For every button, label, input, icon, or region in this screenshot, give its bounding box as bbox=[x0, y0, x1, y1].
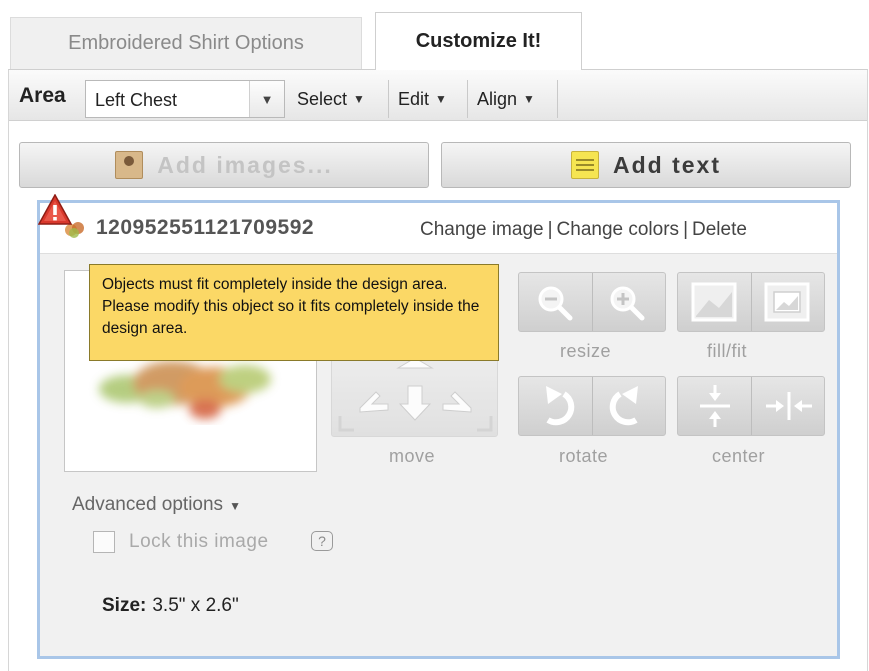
zoom-in-icon[interactable] bbox=[596, 278, 658, 326]
add-image-icon bbox=[115, 151, 144, 179]
advanced-options-toggle[interactable]: Advanced options ▼ bbox=[72, 494, 241, 516]
change-image-link[interactable]: Change image bbox=[420, 219, 544, 240]
rotate-right-icon[interactable] bbox=[600, 382, 656, 430]
fit-icon[interactable] bbox=[760, 280, 815, 324]
tab-embroidered-shirt-options[interactable]: Embroidered Shirt Options bbox=[10, 17, 362, 69]
chevron-down-icon[interactable]: ▼ bbox=[249, 81, 284, 117]
separator: | bbox=[683, 219, 688, 240]
select-menu-button[interactable]: Select ▼ bbox=[288, 80, 389, 118]
align-menu-button[interactable]: Align ▼ bbox=[468, 80, 558, 118]
center-vertical-icon[interactable] bbox=[690, 382, 740, 430]
size-row: Size: 3.5" x 2.6" bbox=[102, 595, 239, 617]
separator: | bbox=[547, 219, 553, 240]
center-horizontal-icon[interactable] bbox=[762, 382, 816, 430]
area-label: Area bbox=[19, 84, 66, 107]
area-select-value: Left Chest bbox=[95, 90, 178, 110]
fill-fit-label: fill/fit bbox=[707, 341, 747, 361]
object-name: 120952551121709592 bbox=[96, 216, 315, 239]
warning-triangle-icon bbox=[37, 193, 73, 226]
zoom-out-icon[interactable] bbox=[524, 278, 586, 326]
delete-link[interactable]: Delete bbox=[692, 219, 747, 240]
add-text-icon bbox=[571, 151, 599, 179]
size-value: 3.5" x 2.6" bbox=[152, 595, 239, 616]
arrow-down-left-icon bbox=[359, 391, 389, 413]
chevron-down-icon: ▼ bbox=[353, 92, 365, 106]
center-label: center bbox=[712, 446, 766, 466]
add-images-label: Add images... bbox=[157, 151, 333, 178]
tab-label: Embroidered Shirt Options bbox=[68, 32, 304, 54]
change-colors-link[interactable]: Change colors bbox=[557, 219, 680, 240]
chevron-down-icon: ▼ bbox=[523, 92, 535, 106]
size-label: Size: bbox=[102, 595, 147, 616]
chevron-down-icon: ▼ bbox=[435, 92, 447, 106]
add-images-button[interactable]: Add images... bbox=[19, 142, 429, 188]
move-pad[interactable] bbox=[331, 355, 498, 437]
tab-label: Customize It! bbox=[415, 30, 542, 52]
rotate-label: rotate bbox=[559, 446, 609, 466]
add-text-button[interactable]: Add text bbox=[441, 142, 851, 188]
warning-tooltip: Objects must fit completely inside the d… bbox=[89, 264, 499, 361]
help-icon[interactable]: ? bbox=[311, 531, 333, 551]
select-menu-label: Select bbox=[297, 88, 348, 109]
align-menu-label: Align bbox=[477, 88, 518, 109]
arrow-down-right-icon bbox=[442, 391, 472, 413]
add-text-label: Add text bbox=[613, 151, 721, 178]
resize-label: resize bbox=[560, 341, 612, 361]
edit-menu-label: Edit bbox=[398, 88, 430, 109]
lock-image-label: Lock this image bbox=[129, 531, 269, 552]
area-select[interactable]: Left Chest ▼ bbox=[85, 80, 285, 118]
advanced-options-label: Advanced options bbox=[72, 494, 224, 515]
edit-menu-button[interactable]: Edit ▼ bbox=[389, 80, 468, 118]
object-actions: Change image | Change colors | Delete bbox=[420, 219, 747, 241]
rotate-left-icon[interactable] bbox=[528, 382, 584, 430]
tab-customize-it[interactable]: Customize It! bbox=[375, 12, 582, 70]
lock-image-checkbox[interactable] bbox=[93, 531, 115, 553]
move-label: move bbox=[389, 446, 436, 466]
fill-icon[interactable] bbox=[687, 280, 742, 324]
arrow-down-icon bbox=[398, 385, 432, 421]
chevron-down-icon: ▼ bbox=[229, 499, 241, 513]
